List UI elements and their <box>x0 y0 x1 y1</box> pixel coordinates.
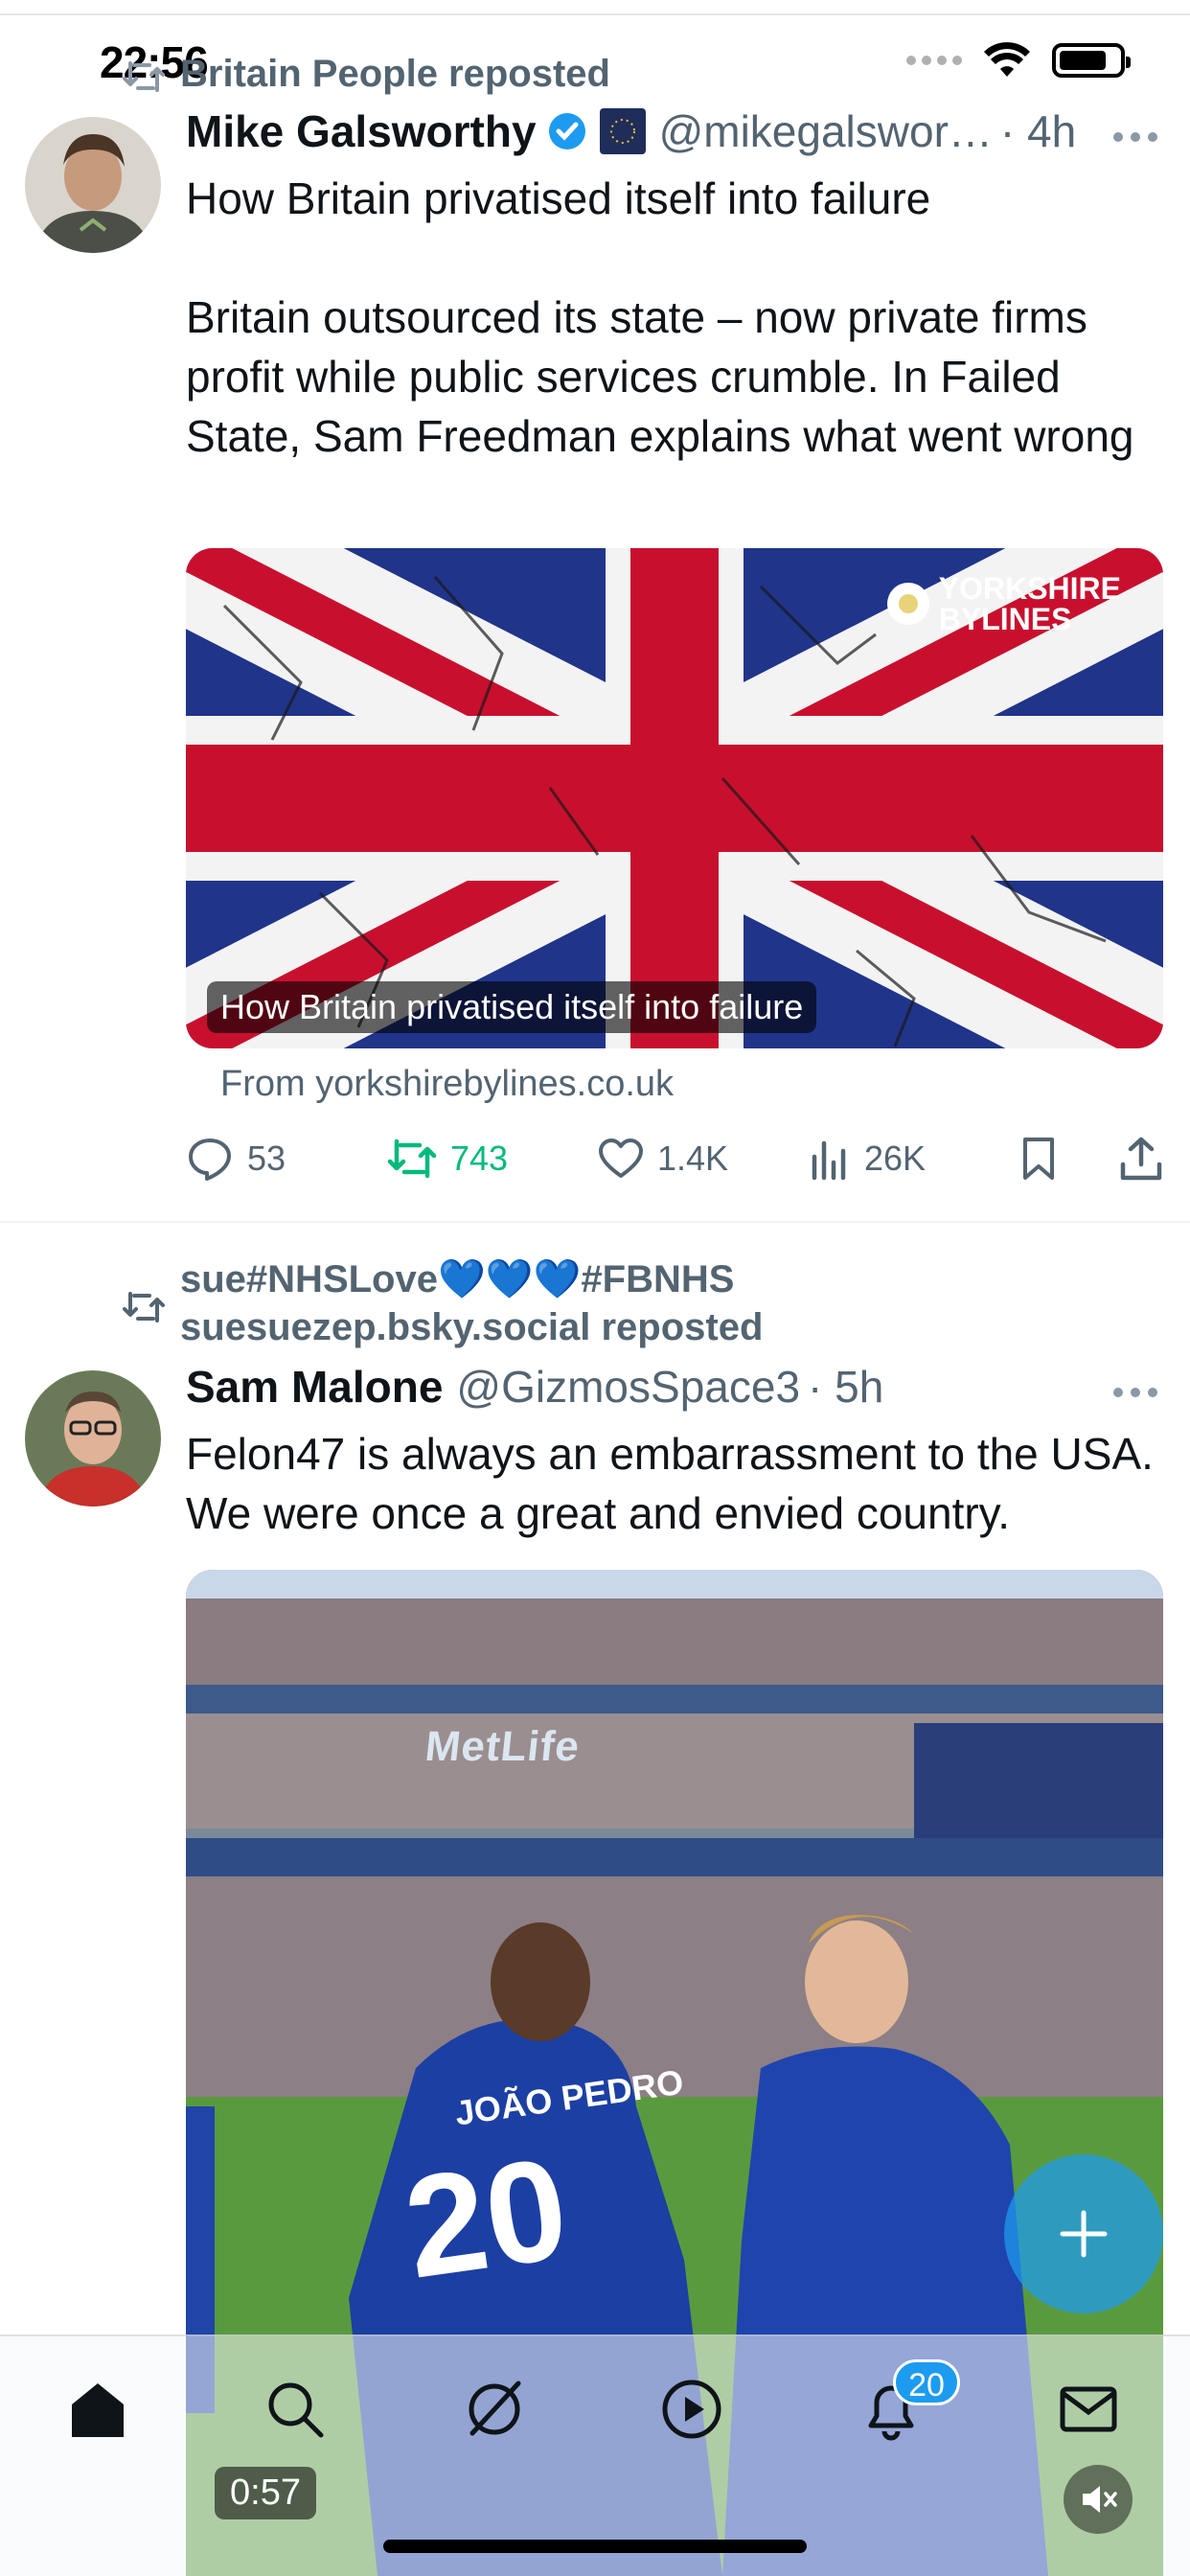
share-icon <box>1120 1137 1162 1181</box>
views-chart-icon <box>812 1140 846 1180</box>
post-header: Sam Malone @GizmosSpace3 · 5h <box>186 1361 883 1413</box>
grok-icon <box>469 2380 521 2436</box>
reply-button[interactable]: 53 <box>186 1135 387 1183</box>
repost-indicator: sue#NHSLove💙💙💙#FBNHS suesuezep.bsky.soci… <box>123 1255 763 1351</box>
card-caption: How Britain privatised itself into failu… <box>207 981 817 1033</box>
post-text: Felon47 is always an embarrassment to th… <box>186 1429 1154 1538</box>
repost-by-handle[interactable]: suesuezep.bsky.social reposted <box>180 1303 763 1351</box>
tab-messages[interactable] <box>1054 2375 1123 2444</box>
repost-indicator: Britain People reposted <box>123 50 610 98</box>
signal-icon <box>906 56 962 65</box>
brand-logo: YORKSHIRE BYLINES <box>886 571 1121 636</box>
reply-icon <box>189 1138 231 1181</box>
shirt-number: 20 <box>396 2127 577 2309</box>
repost-count: 743 <box>450 1138 509 1178</box>
brand-line1: YORKSHIRE <box>938 571 1121 606</box>
reply-count: 53 <box>247 1138 286 1178</box>
more-options-icon[interactable] <box>1113 132 1157 142</box>
compose-button[interactable] <box>1004 2154 1163 2313</box>
bookmark-icon <box>1023 1138 1054 1180</box>
repost-by-name[interactable]: sue#NHSLove💙💙💙#FBNHS <box>180 1255 763 1303</box>
more-options-icon[interactable] <box>1113 1388 1157 1397</box>
tab-search[interactable] <box>261 2375 330 2444</box>
post-time: · 5h <box>808 1362 884 1412</box>
repost-button[interactable]: 743 <box>387 1138 598 1180</box>
heart-icon <box>599 1138 643 1178</box>
top-divider <box>0 13 1190 15</box>
post-header: Mike Galsworthy @mikegalswor… · 4h <box>186 105 1076 157</box>
mute-button[interactable] <box>1064 2465 1133 2534</box>
bookmark-button[interactable] <box>1019 1136 1115 1182</box>
brand-line2: BYLINES <box>938 602 1072 636</box>
eu-flag-icon <box>599 108 646 154</box>
views-count: 26K <box>864 1138 927 1178</box>
home-indicator <box>383 2540 807 2553</box>
post-text: How Britain privatised itself into failu… <box>186 173 931 223</box>
notification-badge: 20 <box>893 2359 960 2405</box>
battery-icon <box>1052 43 1131 78</box>
share-button[interactable] <box>1119 1136 1163 1182</box>
author-name[interactable]: Sam Malone <box>186 1361 443 1413</box>
views-button[interactable]: 26K <box>809 1138 1019 1180</box>
home-icon <box>72 2383 124 2437</box>
post-divider <box>0 1221 1190 1223</box>
mail-icon <box>1060 2386 1117 2432</box>
plus-icon <box>1060 2210 1108 2258</box>
repost-by[interactable]: Britain People reposted <box>180 50 610 98</box>
post-time: · 4h <box>999 106 1077 156</box>
author-handle[interactable]: @GizmosSpace3 <box>456 1361 800 1413</box>
repost-icon <box>123 1292 165 1322</box>
verified-badge-icon <box>548 113 585 150</box>
status-indicators <box>906 42 1131 79</box>
author-name[interactable]: Mike Galsworthy <box>186 105 537 157</box>
speaker-muted-icon <box>1083 2486 1117 2513</box>
wifi-icon <box>984 42 1030 77</box>
post-text: Britain outsourced its state – now priva… <box>186 292 1134 461</box>
action-bar: 53 743 1.4K 26K <box>186 1135 1163 1183</box>
tab-home[interactable] <box>63 2375 132 2444</box>
avatar[interactable] <box>25 117 161 253</box>
tab-grok[interactable] <box>460 2375 529 2444</box>
author-handle[interactable]: @mikegalswor… <box>659 105 993 157</box>
repost-icon <box>387 1138 437 1179</box>
stadium-sign: MetLife <box>423 1723 583 1770</box>
search-icon <box>268 2382 324 2438</box>
play-icon <box>662 2380 721 2439</box>
tab-video[interactable] <box>657 2375 726 2444</box>
like-count: 1.4K <box>657 1138 729 1178</box>
link-card[interactable]: YORKSHIRE BYLINES How Britain privatised … <box>186 548 1163 1048</box>
like-button[interactable]: 1.4K <box>598 1138 809 1180</box>
card-source-link[interactable]: From yorkshirebylines.co.uk <box>220 1064 674 1105</box>
repost-icon <box>123 61 165 92</box>
rose-icon <box>886 583 929 625</box>
avatar[interactable] <box>25 1370 161 1506</box>
video-duration: 0:57 <box>215 2467 316 2519</box>
